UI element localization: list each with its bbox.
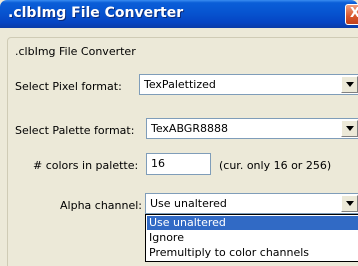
colors-count-hint: (cur. only 16 or 256) [219, 159, 332, 172]
window-title: .clbImg File Converter [8, 5, 184, 21]
colors-count-label: # colors in palette: [33, 159, 139, 172]
colors-count-input[interactable]: 16 [146, 153, 211, 175]
close-icon: X [350, 6, 358, 21]
chevron-down-icon [346, 126, 354, 131]
palette-format-select[interactable]: TexABGR8888 [146, 118, 358, 139]
alpha-channel-label: Alpha channel: [60, 199, 143, 212]
colors-count-value: 16 [151, 157, 165, 170]
pixel-format-dropdown-button[interactable] [341, 76, 358, 93]
alpha-option-use-unaltered[interactable]: Use unaltered [147, 216, 358, 230]
group-label: .clbImg File Converter [15, 45, 136, 58]
alpha-option-ignore[interactable]: Ignore [147, 231, 358, 245]
pixel-format-select[interactable]: TexPalettized [139, 74, 358, 95]
alpha-channel-options-list: Use unaltered Ignore Premultiply to colo… [145, 214, 358, 262]
title-bar[interactable]: .clbImg File Converter X [0, 0, 358, 28]
chevron-down-icon [346, 82, 354, 87]
alpha-option-premultiply[interactable]: Premultiply to color channels [147, 246, 358, 260]
close-button[interactable]: X [345, 4, 358, 25]
pixel-format-value: TexPalettized [144, 78, 216, 91]
alpha-channel-value: Use unaltered [150, 197, 227, 210]
palette-format-dropdown-button[interactable] [341, 120, 358, 137]
pixel-format-label: Select Pixel format: [15, 80, 122, 93]
palette-format-value: TexABGR8888 [151, 122, 228, 135]
alpha-channel-dropdown-button[interactable] [341, 195, 358, 212]
alpha-channel-select[interactable]: Use unaltered [145, 193, 358, 214]
converter-window: .clbImg File Converter X .clbImg File Co… [0, 0, 358, 266]
chevron-down-icon [346, 201, 354, 206]
palette-format-label: Select Palette format: [15, 124, 135, 137]
